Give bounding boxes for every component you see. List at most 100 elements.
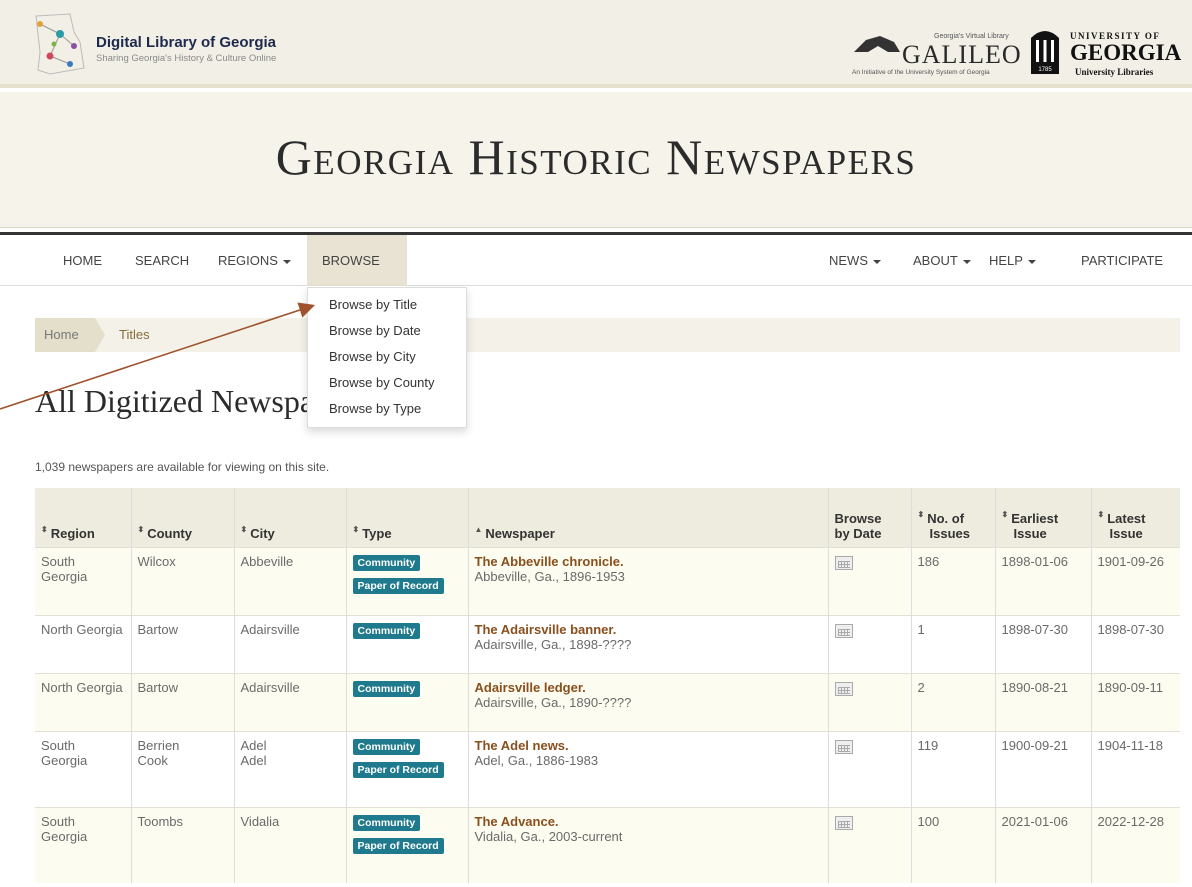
breadcrumb: Home Titles xyxy=(35,318,1180,352)
calendar-icon[interactable] xyxy=(834,681,853,696)
breadcrumb-separator xyxy=(95,318,105,352)
cell-type: Community Paper of Record xyxy=(345,546,468,615)
cell-city: Adairsville xyxy=(233,614,346,673)
menu-item-browse-by-title[interactable]: Browse by Title xyxy=(308,292,466,318)
cell-latest[interactable]: 2022-12-28 xyxy=(1090,806,1180,883)
badge-community[interactable]: Community xyxy=(352,814,421,831)
cell-latest[interactable]: 1904-11-18 xyxy=(1090,730,1180,807)
header-issues-l1: No. of xyxy=(927,510,965,526)
header-browse-l2: by Date xyxy=(834,525,882,541)
newspaper-link[interactable]: The Adairsville banner. xyxy=(475,622,822,637)
cell-browse xyxy=(827,672,911,731)
dlg-name[interactable]: Digital Library of Georgia xyxy=(96,34,276,51)
newspaper-details: Abbeville, Ga., 1896-1953 xyxy=(474,568,625,584)
menu-item-browse-by-county[interactable]: Browse by County xyxy=(308,370,466,396)
dlg-logo-icon[interactable] xyxy=(30,12,88,78)
nav-about[interactable]: ABOUT xyxy=(898,235,986,286)
calendar-icon[interactable] xyxy=(834,815,853,830)
cell-latest[interactable]: 1901-09-26 xyxy=(1090,546,1180,615)
nav-about-label: ABOUT xyxy=(913,253,958,268)
galileo-top-text: Georgia's Virtual Library xyxy=(934,33,1009,40)
header-city[interactable]: ⬍ City xyxy=(233,488,346,547)
breadcrumb-home[interactable]: Home xyxy=(35,318,95,352)
badge-paper-of-record[interactable]: Paper of Record xyxy=(352,837,444,854)
nav-participate[interactable]: PARTICIPATE xyxy=(1066,235,1178,286)
nav-browse-label: BROWSE xyxy=(322,253,380,268)
cell-city: Adel Adel xyxy=(233,730,346,807)
newspaper-link[interactable]: Adairsville ledger. xyxy=(475,680,822,695)
cell-earliest[interactable]: 1900-09-21 xyxy=(994,730,1091,807)
nav-help-label: HELP xyxy=(989,253,1023,268)
cell-region: North Georgia xyxy=(35,614,131,673)
badge-paper-of-record[interactable]: Paper of Record xyxy=(352,577,444,594)
header-region[interactable]: ⬍ Region xyxy=(35,488,131,547)
header-earliest-l1: Earliest xyxy=(1011,510,1059,526)
header-issues-l2: Issues xyxy=(929,525,970,541)
cell-latest[interactable]: 1898-07-30 xyxy=(1090,614,1180,673)
nav-search[interactable]: SEARCH xyxy=(120,235,204,286)
badge-paper-of-record[interactable]: Paper of Record xyxy=(352,761,444,778)
calendar-icon[interactable] xyxy=(834,623,853,638)
header-county[interactable]: ⬍ County xyxy=(130,488,234,547)
nav-home[interactable]: HOME xyxy=(48,235,117,286)
badge-community[interactable]: Community xyxy=(352,554,421,571)
site-header: Digital Library of Georgia Sharing Georg… xyxy=(0,0,1192,88)
main-nav: HOME SEARCH REGIONS BROWSE NEWS ABOUT HE… xyxy=(0,232,1192,315)
sort-icon: ⬍ xyxy=(240,524,248,534)
uga-georgia-text[interactable]: GEORGIA xyxy=(1070,40,1181,66)
menu-item-browse-by-city[interactable]: Browse by City xyxy=(308,344,466,370)
cell-type: Community xyxy=(345,672,468,731)
cell-earliest[interactable]: 1898-01-06 xyxy=(994,546,1091,615)
cell-county: Bartow xyxy=(130,672,234,731)
menu-item-browse-by-date[interactable]: Browse by Date xyxy=(308,318,466,344)
cell-earliest[interactable]: 2021-01-06 xyxy=(994,806,1091,883)
cell-browse xyxy=(827,806,911,883)
cell-region: South Georgia xyxy=(35,730,131,807)
badge-community[interactable]: Community xyxy=(352,622,421,639)
sort-icon: ⬍ xyxy=(41,524,48,534)
header-issues[interactable]: ⬍ No. of Issues xyxy=(910,488,995,547)
header-latest[interactable]: ⬍ Latest Issue xyxy=(1090,488,1180,547)
badge-community[interactable]: Community xyxy=(352,680,421,697)
result-count: 1,039 newspapers are available for viewi… xyxy=(35,460,330,474)
cell-newspaper: The Advance. Vidalia, Ga., 2003-current xyxy=(467,806,828,883)
newspaper-link[interactable]: The Advance. xyxy=(475,814,822,829)
cell-browse xyxy=(827,614,911,673)
sort-icon: ⬍ xyxy=(352,524,360,534)
header-latest-l2: Issue xyxy=(1109,525,1143,541)
menu-item-browse-by-type[interactable]: Browse by Type xyxy=(308,396,466,422)
chevron-down-icon xyxy=(1027,259,1036,264)
nav-browse[interactable]: BROWSE xyxy=(307,235,407,315)
banner-title[interactable]: Georgia Historic Newspapers xyxy=(0,128,1192,186)
header-earliest[interactable]: ⬍ Earliest Issue xyxy=(994,488,1091,547)
newspaper-details: Vidalia, Ga., 2003-current xyxy=(474,828,623,844)
calendar-icon[interactable] xyxy=(834,555,853,570)
cell-newspaper: The Adairsville banner. Adairsville, Ga.,… xyxy=(467,614,828,673)
nav-news[interactable]: NEWS xyxy=(814,235,896,286)
nav-participate-label: PARTICIPATE xyxy=(1081,253,1164,268)
cell-region: South Georgia xyxy=(35,546,131,615)
newspaper-link[interactable]: The Adel news. xyxy=(475,738,822,753)
breadcrumb-current: Titles xyxy=(119,327,150,342)
newspaper-link[interactable]: The Abbeville chronicle. xyxy=(475,554,822,569)
city-name: Adel xyxy=(240,737,267,753)
calendar-icon[interactable] xyxy=(834,739,853,754)
header-type[interactable]: ⬍ Type xyxy=(345,488,468,547)
uga-arch-icon[interactable]: 1785 xyxy=(1028,24,1062,76)
cell-issues: 1 xyxy=(910,614,995,673)
nav-regions[interactable]: REGIONS xyxy=(203,235,306,286)
cell-latest[interactable]: 1890-09-11 xyxy=(1090,672,1180,731)
dlg-tagline: Sharing Georgia's History & Culture Onli… xyxy=(96,53,277,64)
badge-community[interactable]: Community xyxy=(352,738,421,755)
galileo-wordmark[interactable]: GALILEO xyxy=(902,40,1022,70)
chevron-down-icon xyxy=(873,259,881,264)
cell-issues: 100 xyxy=(910,806,995,883)
header-newspaper[interactable]: ▲ Newspaper xyxy=(467,488,828,547)
cell-earliest[interactable]: 1898-07-30 xyxy=(994,614,1091,673)
nav-help[interactable]: HELP xyxy=(974,235,1051,286)
cell-earliest[interactable]: 1890-08-21 xyxy=(994,672,1091,731)
cell-type: Community Paper of Record xyxy=(345,730,468,807)
newspaper-details: Adairsville, Ga., 1898-???? xyxy=(474,636,632,652)
table-row: North Georgia Bartow Adairsville Communi… xyxy=(35,614,1180,673)
cell-region: South Georgia xyxy=(35,806,131,883)
